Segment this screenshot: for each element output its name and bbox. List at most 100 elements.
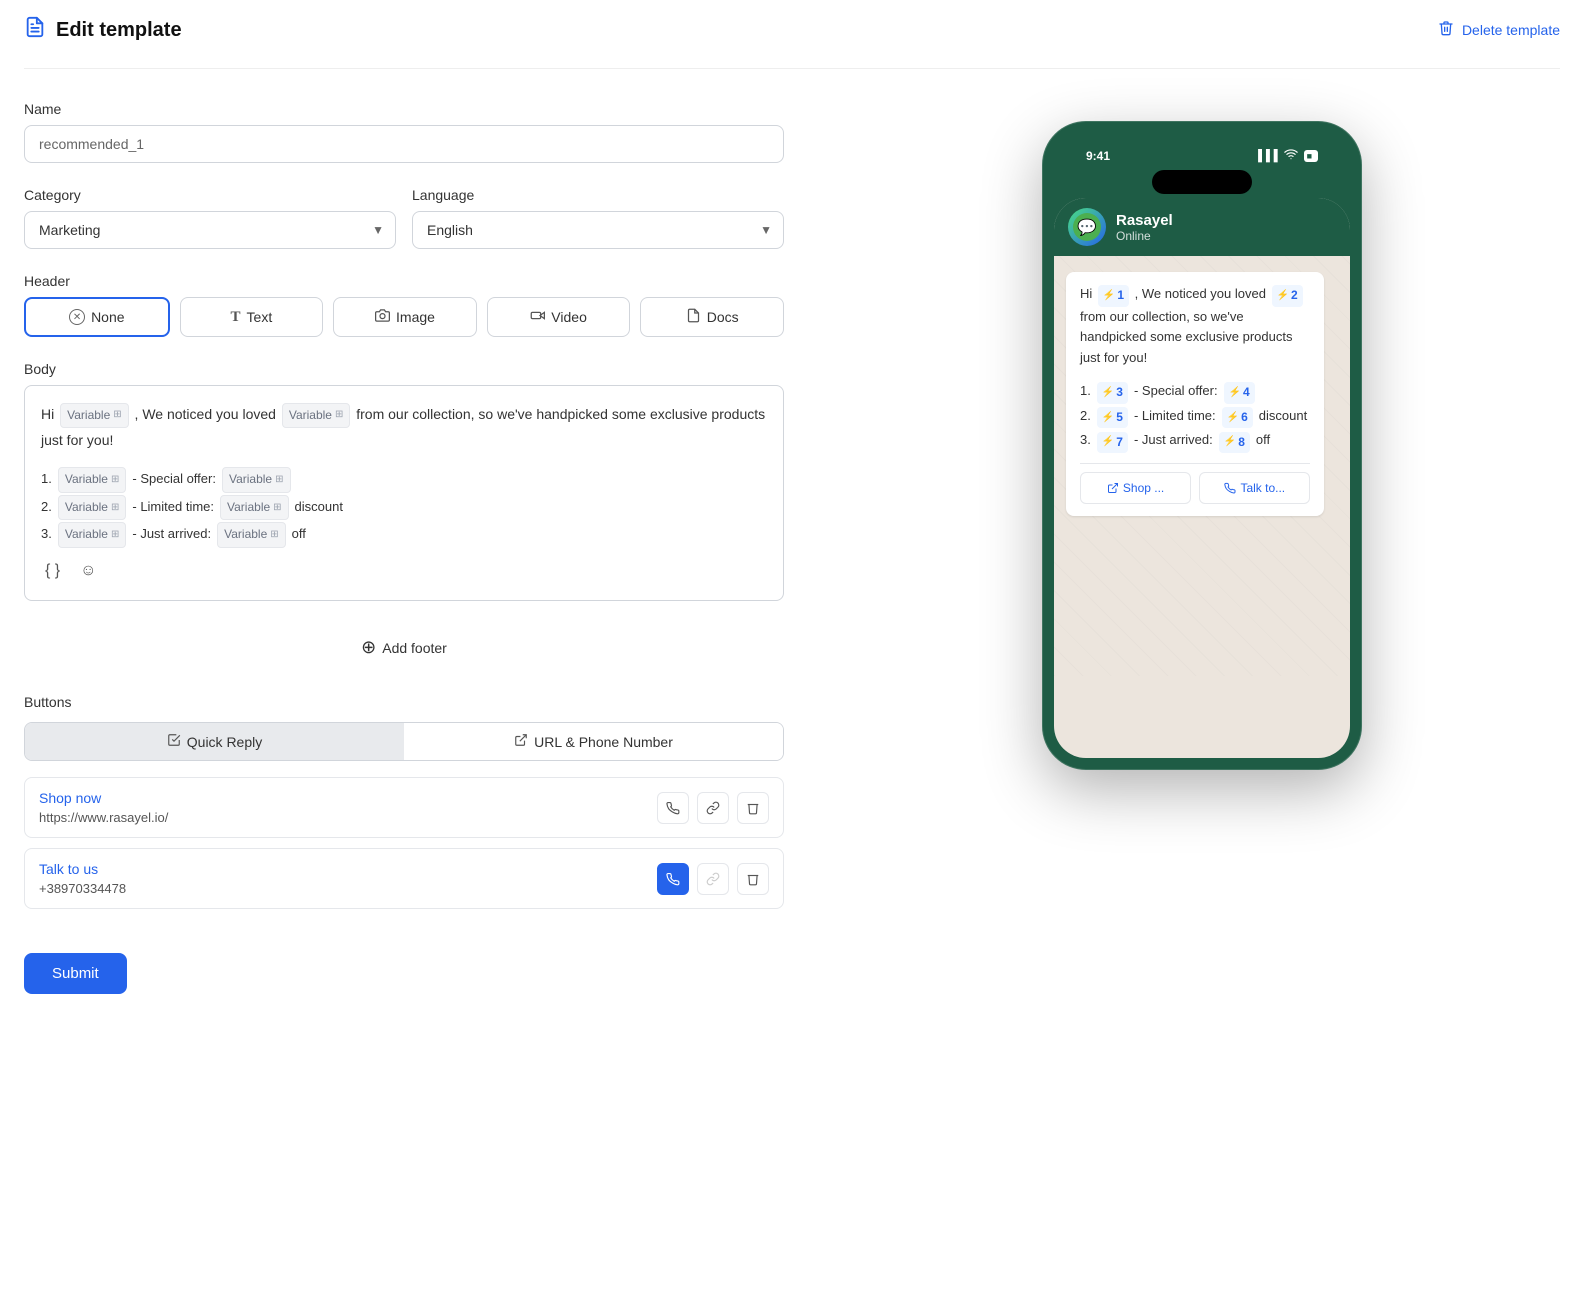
delete-template-button[interactable]: Delete template [1438, 20, 1560, 41]
body-toolbar: { } ☺ [41, 550, 767, 584]
chat-contact-name: Rasayel [1116, 212, 1173, 229]
language-label: Language [412, 187, 784, 203]
header-none-label: None [91, 309, 124, 325]
body-list: 1. Variable⊞ - Special offer: Variable⊞ … [41, 467, 767, 548]
preview-shop-label: Shop ... [1123, 481, 1164, 495]
header-docs-label: Docs [707, 309, 739, 325]
name-label: Name [24, 101, 784, 117]
variable-chip-4: Variable⊞ [222, 467, 291, 493]
preview-var-5: ⚡5 [1097, 407, 1128, 428]
talk-delete-button[interactable] [737, 863, 769, 895]
emoji-button[interactable]: ☺ [76, 558, 100, 584]
variable-chip-7: Variable⊞ [58, 522, 127, 548]
preview-column: 9:41 ▐▐▐ ■ [844, 101, 1560, 994]
shop-phone-button[interactable] [657, 792, 689, 824]
message-text: Hi ⚡1 , We noticed you loved ⚡2 from our… [1080, 284, 1310, 369]
shop-link-button[interactable] [697, 792, 729, 824]
body-text-1: , We noticed you loved [135, 406, 280, 422]
header-docs-button[interactable]: Docs [640, 297, 784, 337]
delete-label: Delete template [1462, 22, 1560, 38]
chat-body: Hi ⚡1 , We noticed you loved ⚡2 from our… [1054, 256, 1350, 676]
main-layout: Name Category Marketing Utility Authenti… [24, 101, 1560, 994]
talk-to-us-phone: +38970334478 [39, 881, 126, 896]
form-column: Name Category Marketing Utility Authenti… [24, 101, 784, 994]
header-image-button[interactable]: Image [333, 297, 477, 337]
name-input[interactable] [24, 125, 784, 163]
talk-to-us-info: Talk to us +38970334478 [39, 861, 126, 896]
preview-var-3: ⚡3 [1097, 382, 1128, 403]
header-text-label: Text [247, 309, 273, 325]
edit-template-icon [24, 16, 46, 44]
submit-button[interactable]: Submit [24, 953, 127, 994]
curly-braces-button[interactable]: { } [41, 558, 64, 584]
header-none-button[interactable]: ✕ None [24, 297, 170, 337]
language-section: Language English Arabic French Spanish ▼ [412, 187, 784, 249]
shop-now-button-row: Shop now https://www.rasayel.io/ [24, 777, 784, 838]
trash-icon [1438, 20, 1454, 41]
header-text-button[interactable]: T Text [180, 297, 324, 337]
talk-to-us-actions [657, 863, 769, 895]
text-icon: T [231, 309, 241, 326]
phone-mockup: 9:41 ▐▐▐ ■ [1042, 121, 1362, 770]
preview-text-1: , We noticed you loved [1135, 286, 1270, 301]
variable-edit-icon-2: ⊞ [335, 406, 343, 424]
header-video-button[interactable]: Video [487, 297, 631, 337]
docs-icon [686, 308, 701, 326]
page-title: Edit template [56, 19, 182, 42]
shop-now-actions [657, 792, 769, 824]
category-language-row: Category Marketing Utility Authenticatio… [24, 187, 784, 249]
preview-var-2: ⚡2 [1272, 285, 1303, 306]
signal-icon: ▐▐▐ [1254, 150, 1277, 162]
shop-delete-button[interactable] [737, 792, 769, 824]
variable-edit-icon-1: ⊞ [113, 406, 121, 424]
preview-var-8: ⚡8 [1219, 432, 1250, 453]
url-phone-tab[interactable]: URL & Phone Number [404, 723, 783, 760]
preview-var-7: ⚡7 [1097, 432, 1128, 453]
variable-label-2: Variable [289, 405, 332, 427]
variable-chip-5: Variable⊞ [58, 495, 127, 521]
list-item-2: 2. Variable⊞ - Limited time: Variable⊞ d… [41, 495, 767, 521]
talk-to-us-button-row: Talk to us +38970334478 [24, 848, 784, 909]
page-header: Edit template Delete template [24, 0, 1560, 69]
plus-circle-icon: ⊕ [361, 637, 376, 658]
name-section: Name [24, 101, 784, 163]
talk-link-button[interactable] [697, 863, 729, 895]
buttons-label: Buttons [24, 694, 784, 710]
preview-list-item-2: 2. ⚡5 - Limited time: ⚡6 discount [1080, 406, 1310, 429]
battery-icon: ■ [1304, 150, 1318, 162]
body-editor[interactable]: Hi Variable ⊞ , We noticed you loved Var… [24, 385, 784, 601]
phone-screen: 💬 Rasayel Online Hi [1054, 198, 1350, 758]
talk-phone-button[interactable] [657, 863, 689, 895]
category-select-wrapper: Marketing Utility Authentication ▼ [24, 211, 396, 249]
emoji-icon: ☺ [80, 562, 96, 579]
chat-header: 💬 Rasayel Online [1054, 198, 1350, 256]
add-footer-label: Add footer [382, 640, 447, 656]
language-select[interactable]: English Arabic French Spanish [412, 211, 784, 249]
preview-message-buttons: Shop ... Talk to... [1080, 472, 1310, 504]
add-footer-button[interactable]: ⊕ Add footer [24, 625, 784, 670]
body-text-content: Hi Variable ⊞ , We noticed you loved Var… [41, 402, 767, 453]
quick-reply-tab[interactable]: Quick Reply [25, 723, 404, 760]
variable-chip-8: Variable⊞ [217, 522, 286, 548]
preview-shop-button: Shop ... [1080, 472, 1191, 504]
message-bubble: Hi ⚡1 , We noticed you loved ⚡2 from our… [1066, 272, 1324, 516]
shop-now-name: Shop now [39, 790, 168, 806]
category-select[interactable]: Marketing Utility Authentication [24, 211, 396, 249]
preview-var-6: ⚡6 [1222, 407, 1253, 428]
preview-talk-label: Talk to... [1240, 481, 1285, 495]
variable-label-1: Variable [67, 405, 110, 427]
chat-contact-info: Rasayel Online [1116, 212, 1173, 243]
wifi-icon [1284, 147, 1298, 164]
buttons-section: Buttons Quick Reply URL & Phone Number [24, 694, 784, 909]
category-label: Category [24, 187, 396, 203]
status-icons: ▐▐▐ ■ [1254, 147, 1318, 164]
header-label: Header [24, 273, 784, 289]
camera-icon [375, 308, 390, 326]
header-section: Header ✕ None T Text Image [24, 273, 784, 337]
none-x-icon: ✕ [69, 309, 85, 325]
variable-chip-2: Variable ⊞ [282, 403, 351, 429]
language-select-wrapper: English Arabic French Spanish ▼ [412, 211, 784, 249]
curly-braces-icon: { } [45, 562, 60, 579]
preview-var-1: ⚡1 [1098, 285, 1129, 306]
clock-time: 9:41 [1086, 149, 1110, 163]
